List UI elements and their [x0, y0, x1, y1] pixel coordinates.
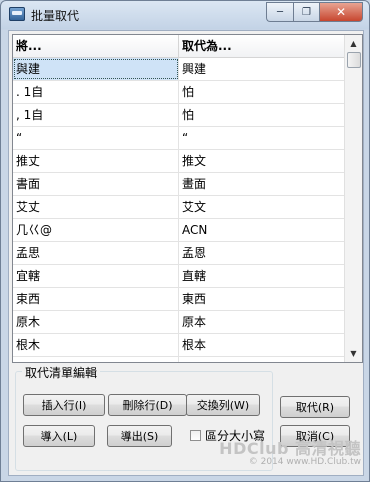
grid-header: 將... 取代為...	[13, 35, 345, 58]
find-text-cell[interactable]: 孟思	[13, 242, 179, 264]
column-header-find[interactable]: 將...	[13, 35, 179, 57]
find-text-cell[interactable]: 宜轄	[13, 265, 179, 287]
title-bar[interactable]: 批量取代 ─ ❐ ✕	[1, 1, 369, 29]
minimize-button[interactable]: ─	[266, 2, 293, 22]
table-row[interactable]: 孟思 孟恩	[13, 242, 345, 265]
find-text-cell[interactable]: 書面	[13, 173, 179, 195]
case-sensitive-checkbox[interactable]	[190, 430, 201, 441]
restore-button[interactable]: ❐	[293, 2, 319, 22]
replace-text-cell[interactable]: 孟恩	[179, 242, 345, 264]
table-row[interactable]: 根木 根本	[13, 334, 345, 357]
close-button[interactable]: ✕	[319, 2, 363, 22]
find-text-cell[interactable]: 推丈	[13, 150, 179, 172]
grid-rows: 與建 興建. 1自怕, 1自怕 ““推丈 推文 書面 畫面 艾丈 艾文 几巜@ ACN 孟思 孟恩 宜轄…	[13, 58, 345, 362]
table-row[interactable]: 艾丈 艾文	[13, 196, 345, 219]
delete-row-button[interactable]: 刪除行(D)	[108, 394, 187, 416]
replace-text-cell[interactable]: 推文	[179, 150, 345, 172]
replace-text-cell[interactable]: 興建	[179, 58, 345, 80]
find-text-cell[interactable]: 根木	[13, 334, 179, 356]
table-row[interactable]: 書面 畫面	[13, 173, 345, 196]
scroll-up-arrow-icon[interactable]: ▲	[345, 35, 362, 52]
table-row[interactable]: 推丈 推文	[13, 150, 345, 173]
dialog-content: 將... 取代為... 與建 興建. 1自怕, 1自怕 ““推丈 推文 書面 畫面 艾丈 艾文…	[8, 30, 364, 476]
find-text-cell[interactable]: 與建	[13, 58, 179, 80]
find-text-cell[interactable]: 艾丈	[13, 196, 179, 218]
group-title: 取代清單編輯	[22, 364, 101, 381]
replace-text-cell[interactable]: 根本	[179, 334, 345, 356]
find-text-cell[interactable]: “	[13, 127, 179, 149]
window-controls: ─ ❐ ✕	[266, 2, 363, 22]
replace-text-cell[interactable]: ACN	[179, 357, 345, 362]
table-row[interactable]: 原木 原本	[13, 311, 345, 334]
replace-text-cell[interactable]: 艾文	[179, 196, 345, 218]
table-row[interactable]: 與建 興建	[13, 58, 345, 81]
table-row[interactable]: , 1自怕	[13, 104, 345, 127]
window-title: 批量取代	[31, 9, 80, 23]
replace-text-cell[interactable]: ACN	[179, 219, 345, 241]
vertical-scrollbar[interactable]: ▲ ▼	[344, 35, 362, 362]
find-text-cell[interactable]: 原木	[13, 311, 179, 333]
scrollbar-thumb[interactable]	[347, 52, 361, 68]
find-text-cell[interactable]: , 1自	[13, 104, 179, 126]
replace-list-grid[interactable]: 將... 取代為... 與建 興建. 1自怕, 1自怕 ““推丈 推文 書面 畫面 艾丈 艾文…	[12, 34, 363, 363]
replace-text-cell[interactable]: 直轄	[179, 265, 345, 287]
watermark-main: HDClub 高清視聽	[219, 439, 361, 458]
table-row[interactable]: ““	[13, 127, 345, 150]
find-text-cell[interactable]: 几@@	[13, 357, 179, 362]
import-button[interactable]: 導入(L)	[23, 425, 95, 447]
table-row[interactable]: 束西 東西	[13, 288, 345, 311]
app-icon	[9, 7, 25, 21]
insert-row-button[interactable]: 插入行(I)	[23, 394, 105, 416]
find-text-cell[interactable]: 束西	[13, 288, 179, 310]
column-header-replace[interactable]: 取代為...	[179, 35, 345, 57]
table-row[interactable]: 宜轄 直轄	[13, 265, 345, 288]
watermark: HDClub 高清視聽 © 2014 www.HD.Club.tw	[219, 435, 361, 467]
scroll-down-arrow-icon[interactable]: ▼	[345, 345, 362, 362]
replace-text-cell[interactable]: 怕	[179, 81, 345, 103]
table-row[interactable]: 几@@ACN	[13, 357, 345, 362]
replace-text-cell[interactable]: 畫面	[179, 173, 345, 195]
find-text-cell[interactable]: . 1自	[13, 81, 179, 103]
table-row[interactable]: 几巜@ ACN	[13, 219, 345, 242]
replace-text-cell[interactable]: 原本	[179, 311, 345, 333]
export-button[interactable]: 導出(S)	[107, 425, 172, 447]
replace-button[interactable]: 取代(R)	[280, 396, 350, 418]
dialog-window: 批量取代 ─ ❐ ✕ 將... 取代為... 與建 興建. 1自怕, 1自怕 ““推…	[0, 0, 370, 482]
replace-text-cell[interactable]: 東西	[179, 288, 345, 310]
table-row[interactable]: . 1自怕	[13, 81, 345, 104]
find-text-cell[interactable]: 几巜@	[13, 219, 179, 241]
replace-text-cell[interactable]: “	[179, 127, 345, 149]
replace-text-cell[interactable]: 怕	[179, 104, 345, 126]
swap-columns-button[interactable]: 交換列(W)	[186, 394, 260, 416]
